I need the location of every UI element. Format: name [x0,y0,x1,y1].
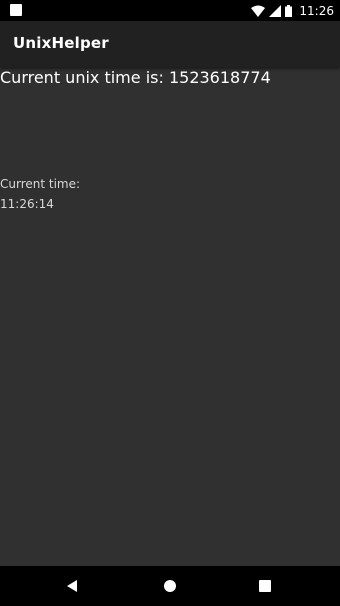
unix-time-text: Current unix time is: 1523618774 [0,68,271,87]
notification-icon [10,4,22,16]
recents-button[interactable] [240,566,290,606]
recents-icon [259,580,271,592]
navigation-bar [0,566,340,606]
back-icon [67,580,77,592]
status-bar: 11:26 [0,0,340,21]
wifi-icon [251,5,266,17]
current-time-label: Current time: [0,177,81,191]
status-clock: 11:26 [299,3,334,18]
app-bar: UnixHelper [0,21,340,67]
battery-icon [285,4,293,17]
signal-icon [269,4,282,17]
home-button[interactable] [145,566,195,606]
status-icons: 11:26 [251,0,334,21]
screen: 11:26 UnixHelper Current unix time is: 1… [0,0,340,606]
back-button[interactable] [47,566,97,606]
home-icon [164,580,176,592]
app-title: UnixHelper [13,34,109,52]
current-time-value: 11:26:14 [0,197,54,211]
